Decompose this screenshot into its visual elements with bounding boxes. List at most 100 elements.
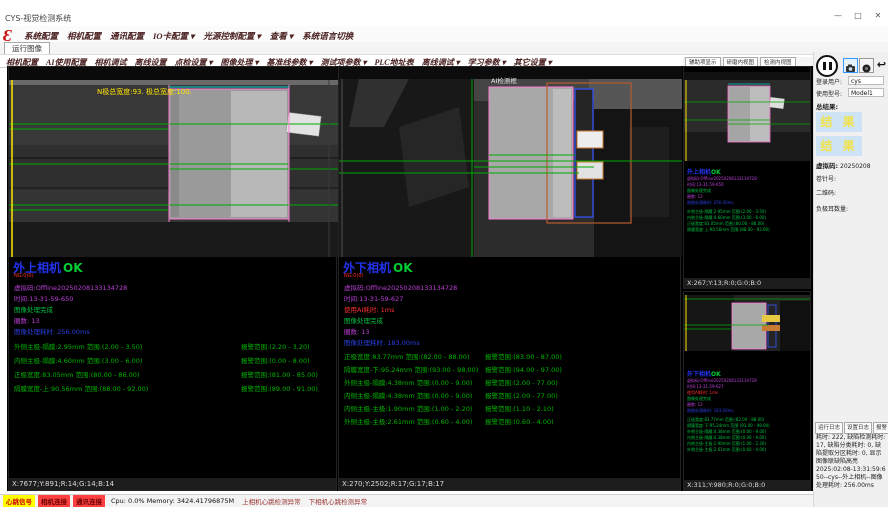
barcode-line: 虚拟码:Offline20250208133134728 bbox=[344, 282, 457, 292]
menu-items: 系统配置 相机配置 通讯配置 IO卡配置 ▾ 光源控制配置 ▾ 查看 ▾ 系统语… bbox=[24, 30, 362, 42]
close-button[interactable]: ✕ bbox=[872, 11, 884, 20]
log-output[interactable]: 耗时: 222, 缺陷检测耗时: 17, 缺陷分类耗时: 0, 缺陷提取分区耗时… bbox=[816, 434, 886, 490]
coordinate-readout: X:7677;Y:891;R:14;G:14;B:14 bbox=[9, 478, 336, 490]
minimize-button[interactable]: — bbox=[832, 11, 844, 20]
tab-strip: 运行图像 bbox=[0, 42, 888, 54]
turns-line: 圈数: 13 bbox=[14, 315, 40, 325]
main-area: N极总宽度:93. 极总宽度:100. 外上相机OK NG:0(0) 虚拟码:O… bbox=[7, 66, 813, 491]
measurement-row: 内侧主极-主极:1.90mm 范围:(1.00 - 2.20) 报警范围:(1.… bbox=[339, 403, 680, 413]
measurement-row: 外侧主极-隔膜:4.38mm 范围:(0.00 - 9.00) 报警范围:(2.… bbox=[339, 377, 680, 387]
mini-camera-title: 外上相机OK bbox=[687, 167, 721, 176]
camera-conn-badge: 相机连接 bbox=[38, 495, 70, 507]
model-field[interactable]: Model1 bbox=[848, 88, 884, 97]
menu-comm-config[interactable]: 通讯配置 bbox=[110, 30, 144, 42]
model-label: 使用型号: bbox=[816, 89, 842, 98]
lower-camera-warning: 下相机心跳检测异常 bbox=[309, 496, 368, 506]
measurement-row: 隔膜宽度-上:90.56mm 范围:(88.00 - 92.00) 报警范围:(… bbox=[9, 383, 336, 393]
menu-view[interactable]: 查看 ▾ bbox=[270, 30, 293, 42]
qr-code-label: 二维码: bbox=[816, 188, 836, 197]
switch-user-button[interactable]: ↩ bbox=[874, 58, 888, 73]
measurement-row: 隔膜宽度-下:95.24mm 范围:(93.00 - 98.00) 报警范围:(… bbox=[339, 364, 680, 374]
process-time-line: 图像处理耗时: 256.00ms bbox=[14, 326, 90, 336]
upper-camera-warning: 上相机心跳检测异常 bbox=[242, 496, 301, 506]
log-line: 耗时: 222, 缺陷检测耗时: 17, 缺陷分类耗时: 0, 缺陷提取分区耗时… bbox=[816, 434, 886, 466]
heartbeat-badge: 心跳信号 bbox=[3, 495, 35, 507]
mini-proc-time: 图像处理耗时: 183.00ms bbox=[687, 408, 734, 414]
measurement-row: 外侧主极-隔膜:2.95mm 范围:(2.00 - 3.50) 报警范围:(2.… bbox=[9, 341, 336, 351]
login-user-field[interactable]: cys bbox=[848, 76, 884, 85]
measurement-row: 正极宽度:83.77mm 范围:(82.00 - 88.00) 报警范围:(83… bbox=[339, 351, 680, 361]
barcode-line: 虚拟码:Offline20250208133134728 bbox=[14, 282, 127, 292]
menu-io-config[interactable]: IO卡配置 ▾ bbox=[153, 30, 194, 42]
window-title: CYS-视觉检测系统 bbox=[5, 13, 71, 24]
result-badge-upper: 结 果 bbox=[816, 112, 862, 132]
ng-count: NG:0(0) bbox=[344, 273, 364, 279]
record-icon bbox=[861, 63, 872, 74]
process-done-line: 图像处理完成 bbox=[14, 304, 53, 314]
middle-camera-panel: AI检测框 外下相机OK NG:0(0) 虚拟码:Offline20250208… bbox=[338, 66, 681, 491]
virtual-code-row: 虚拟码: 20250208 bbox=[816, 160, 871, 170]
coordinate-readout: X:267;Y:13;R:0;G:0;B:0 bbox=[684, 278, 810, 289]
turns-line: 圈数: 13 bbox=[344, 326, 370, 336]
process-done-line: 图像处理完成 bbox=[344, 315, 383, 325]
comm-conn-badge: 通讯连接 bbox=[73, 495, 105, 507]
left-camera-panel: N极总宽度:93. 极总宽度:100. 外上相机OK NG:0(0) 虚拟码:O… bbox=[8, 66, 337, 491]
measurement-row: 内侧主极-隔膜:4.38mm 范围:(0.00 - 9.00) 报警范围:(2.… bbox=[339, 390, 680, 400]
total-result-label: 总结果: bbox=[816, 101, 838, 111]
coordinate-readout: X:311;Y:980;R:0;G:0;B:0 bbox=[684, 480, 810, 491]
measurement-row: 外侧主极-主极:2.61mm 范围:(0.60 - 4.00) 报警范围:(0.… bbox=[339, 416, 680, 426]
tab-run-image[interactable]: 运行图像 bbox=[4, 42, 50, 54]
coordinate-readout: X:270;Y:2502;R:17;G:17;B:17 bbox=[339, 478, 680, 490]
blue-roi-box-icon bbox=[575, 89, 593, 217]
login-user-label: 登录用户: bbox=[816, 77, 842, 86]
menu-camera-config[interactable]: 相机配置 bbox=[67, 30, 101, 42]
log-tab-alarm[interactable]: 报警日志 bbox=[873, 422, 888, 434]
record-view-button[interactable] bbox=[859, 58, 874, 73]
log-tab-run[interactable]: 运行日志 bbox=[815, 422, 843, 434]
camera-status: OK bbox=[393, 261, 413, 275]
width-overlay-text: N极总宽度:93. 极总宽度:100. bbox=[97, 87, 192, 97]
neg-tab-count-label: 负极耳数量: bbox=[816, 204, 848, 213]
ai-time-line: 使用AI耗时: 1ms bbox=[344, 304, 394, 314]
menu-system-config[interactable]: 系统配置 bbox=[24, 30, 58, 42]
separator-sheet bbox=[489, 87, 573, 219]
maximize-button[interactable]: □ bbox=[852, 11, 864, 20]
cpu-memory-text: Cpu: 0.0% Memory: 3424.41796875M bbox=[111, 497, 234, 505]
virtual-code-value: 20250208 bbox=[840, 163, 871, 170]
mini-top-image[interactable] bbox=[684, 72, 810, 161]
measurement-row: 内侧主极-隔膜:4.60mm 范围:(3.00 - 6.00) 报警范围:(0.… bbox=[9, 355, 336, 365]
log-tab-settings[interactable]: 设置日志 bbox=[844, 422, 872, 434]
camera-view-button[interactable] bbox=[843, 58, 858, 73]
log-tabs: 运行日志 设置日志 报警日志 bbox=[815, 422, 888, 434]
app-window: CYS-视觉检测系统 — □ ✕ Ɛ 系统配置 相机配置 通讯配置 IO卡配置 … bbox=[0, 0, 888, 522]
mini-proc-time: 图像处理耗时: 256.00ms bbox=[687, 200, 734, 206]
mini-bottom-panel: 外下相机OK 虚拟码:Offline20250208133134728 时间:1… bbox=[683, 291, 811, 491]
needle-number-label: 卷针号: bbox=[816, 174, 836, 183]
mini-bottom-image[interactable] bbox=[684, 295, 810, 351]
window-controls: — □ ✕ bbox=[832, 11, 884, 20]
ai-box-label: AI检测框 bbox=[491, 75, 517, 85]
status-bar: 心跳信号 相机连接 通讯连接 Cpu: 0.0% Memory: 3424.41… bbox=[0, 494, 813, 507]
middle-camera-image[interactable] bbox=[339, 67, 682, 257]
pause-button[interactable] bbox=[816, 55, 838, 77]
process-time-line: 图像处理耗时: 183.00ms bbox=[344, 337, 420, 347]
virtual-code-label: 虚拟码: bbox=[816, 162, 838, 170]
result-badge-lower: 结 果 bbox=[816, 136, 862, 156]
menu-language-switch[interactable]: 系统语言切换 bbox=[302, 30, 353, 42]
separator-sheet bbox=[169, 89, 289, 219]
mini-camera-title: 外下相机OK bbox=[687, 369, 721, 378]
pause-icon bbox=[823, 62, 826, 70]
measurement-row: 正极宽度:83.05mm 范围:(80.00 - 86.00) 报警范围:(81… bbox=[9, 369, 336, 379]
time-line: 时间:13-31-59-627 bbox=[344, 293, 403, 303]
switch-user-icon: ↩ bbox=[877, 58, 886, 71]
ng-count: NG:0(0) bbox=[14, 273, 34, 279]
pause-icon bbox=[829, 62, 832, 70]
log-line: 2025:02:08-13:31:59:650--cys--外上相机--图像处理… bbox=[816, 466, 886, 490]
camera-status: OK bbox=[63, 261, 83, 275]
title-bar: CYS-视觉检测系统 — □ ✕ bbox=[0, 0, 888, 26]
menu-light-config[interactable]: 光源控制配置 ▾ bbox=[203, 30, 260, 42]
camera-icon bbox=[845, 63, 856, 74]
mini-top-panel: 外上相机OK 虚拟码:Offline20250208133134728 时间:1… bbox=[683, 66, 811, 289]
side-panel: ↩ 登录用户: cys 使用型号: Model1 总结果: 结 果 结 果 虚拟… bbox=[813, 52, 888, 507]
time-line: 时间:13-31-59-650 bbox=[14, 293, 73, 303]
